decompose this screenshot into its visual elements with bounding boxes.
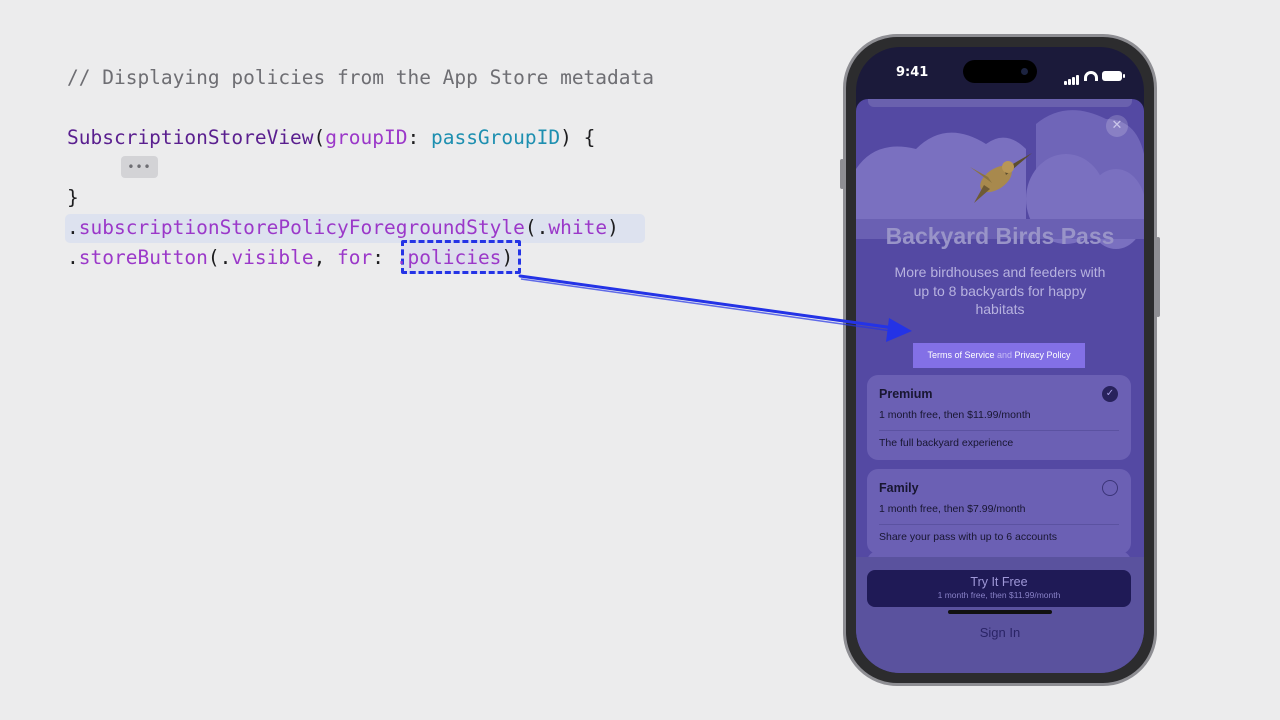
code-argument: passGroupID: [430, 126, 561, 149]
plan-description: Share your pass with up to 6 accounts: [879, 531, 1058, 543]
try-button-label: Try It Free: [970, 575, 1028, 589]
code-brace-close: }: [67, 186, 79, 209]
sheet-footer: Try It Free 1 month free, then $11.99/mo…: [856, 557, 1144, 673]
code-func-name: SubscriptionStoreView: [67, 126, 314, 149]
plan-name: Family: [879, 481, 919, 495]
code-paren: (.: [524, 216, 549, 239]
pass-title: Backyard Birds Pass: [885, 223, 1115, 249]
camera-dot: [1021, 68, 1028, 75]
plan-option-premium[interactable]: Premium ✓ 1 month free, then $11.99/mont…: [867, 375, 1131, 460]
plan-price: 1 month free, then $11.99/month: [879, 409, 1031, 421]
try-it-free-button[interactable]: Try It Free 1 month free, then $11.99/mo…: [867, 570, 1131, 607]
code-colon: :: [407, 126, 431, 149]
code-comma: ,: [313, 246, 338, 269]
policies-links: Terms of Service and Privacy Policy: [913, 343, 1085, 368]
iphone-frame: 9:41 ✕ Backyard Birds Pass More birdhous…: [840, 34, 1160, 686]
radio-icon: [1102, 480, 1118, 496]
code-value: visible: [231, 246, 314, 269]
cellular-signal-icon: [1064, 66, 1080, 85]
code-modifier: subscriptionStorePolicyForegroundStyle: [78, 216, 525, 239]
code-keyword: for: [337, 246, 373, 269]
status-icons: [1064, 66, 1125, 85]
wifi-icon: [1084, 70, 1098, 81]
checkmark-icon: ✓: [1102, 386, 1118, 402]
battery-icon: [1102, 70, 1125, 81]
plan-description: The full backyard experience: [879, 437, 1014, 449]
divider: [879, 524, 1119, 525]
code-colon: :: [372, 246, 396, 269]
code-policies-value: .policies: [395, 246, 502, 269]
code-line-policy-foreground-style: .subscriptionStorePolicyForegroundStyle(…: [67, 213, 619, 243]
code-comment: // Displaying policies from the App Stor…: [67, 66, 654, 89]
code-line-subscription-store-view: SubscriptionStoreView(groupID: passGroup…: [67, 123, 595, 153]
side-button: [840, 159, 844, 189]
subscription-sheet: ✕ Backyard Birds Pass More birdhouses an…: [856, 99, 1144, 673]
sign-in-button[interactable]: Sign In: [856, 625, 1144, 640]
home-indicator: [948, 610, 1052, 614]
code-paren: ): [607, 216, 619, 239]
code-dot: .: [67, 246, 79, 269]
code-paren: ): [501, 246, 514, 269]
code-param-label: groupID: [325, 126, 408, 149]
status-time: 9:41: [896, 65, 929, 80]
terms-of-service-link[interactable]: Terms of Service: [927, 350, 994, 360]
code-dot: .: [67, 216, 79, 239]
plan-price: 1 month free, then $7.99/month: [879, 503, 1026, 515]
plan-name: Premium: [879, 387, 933, 401]
close-button[interactable]: ✕: [1106, 115, 1128, 137]
code-modifier: storeButton: [78, 246, 208, 269]
phone-screen: 9:41 ✕ Backyard Birds Pass More birdhous…: [856, 47, 1144, 673]
code-value: white: [548, 216, 608, 239]
code-line-store-button: .storeButton(.visible, for: .policies): [67, 243, 513, 273]
privacy-policy-link[interactable]: Privacy Policy: [1015, 350, 1071, 360]
dynamic-island: [963, 60, 1037, 83]
power-button: [1156, 237, 1160, 317]
code-fold-ellipsis[interactable]: •••: [121, 156, 158, 178]
code-paren: (: [313, 126, 326, 149]
code-paren: (.: [207, 246, 232, 269]
code-brace-open: ) {: [560, 126, 596, 149]
divider: [879, 430, 1119, 431]
pass-subtitle: More birdhouses and feeders with up to 8…: [894, 264, 1106, 317]
policies-and: and: [994, 350, 1015, 360]
plan-option-family[interactable]: Family 1 month free, then $7.99/month Sh…: [867, 469, 1131, 554]
try-button-subtitle: 1 month free, then $11.99/month: [937, 590, 1061, 600]
